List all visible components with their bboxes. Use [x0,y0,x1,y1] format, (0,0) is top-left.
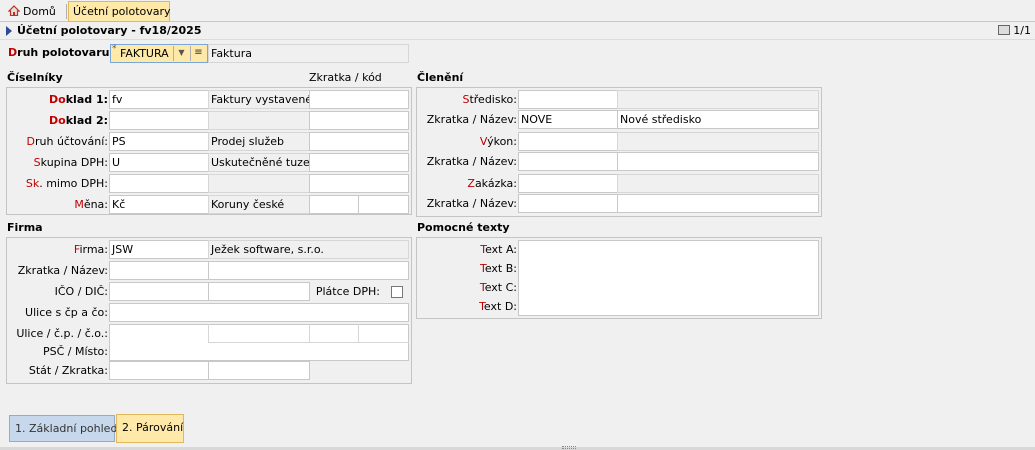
druh-uctovani-label: Druh účtování: [26,135,109,148]
druh-polotovaru-label: Druh polotovaru: [8,46,114,59]
tab-parovani[interactable]: 2. Párování [116,414,184,443]
druh-uctovani-code[interactable]: PS [109,132,209,151]
cleneni-heading: Členění [417,71,464,84]
dic-field[interactable] [208,282,310,301]
vykon-field[interactable] [518,132,618,151]
firma-nazev[interactable] [208,261,409,280]
page-title: Účetní polotovary - fv18/2025 [17,24,202,37]
doklad1-label: Doklad 1: [49,93,108,106]
home-icon [8,5,20,16]
mena-zkratka2[interactable] [358,195,409,214]
stredisko-ro [617,90,819,109]
doklad2-zkratka[interactable] [309,111,409,130]
sk-mimo-dph-zkratka[interactable] [309,174,409,193]
firma-zkratka[interactable] [109,261,209,280]
zakazka-zkratka[interactable] [518,194,618,213]
druh-polotovaru-desc: Faktura [208,44,409,63]
ulice-cp-label: Ulice s čp a čo: [25,306,108,319]
skupina-dph-code[interactable]: U [109,153,209,172]
stat-zkratka-label: Stát / Zkratka: [28,364,108,377]
firma-zkratka-label: Zkratka / Název: [17,264,108,277]
required-star: * [112,44,117,54]
zakazka-nazev[interactable] [617,194,819,213]
list-icon[interactable]: ≡ [190,46,206,61]
pager-count: 1/1 [1013,24,1031,37]
vykon-ro [617,132,819,151]
psc-misto-label: PSČ / Místo: [42,345,108,358]
doklad1-name: Faktury vystavené [208,90,310,109]
zakazka-field[interactable] [518,174,618,193]
mena-name: Koruny české [208,195,310,214]
platce-dph-checkbox[interactable] [391,286,403,298]
doklad2-code[interactable] [109,111,209,130]
skupina-dph-label: Skupina DPH: [33,156,108,169]
splitter-grip-icon[interactable] [562,446,576,449]
tab-home-label: Domů [23,5,56,18]
tab-separator [66,4,67,19]
vykon-nazev[interactable] [617,152,819,171]
tab-ucetni-polotovary[interactable]: Účetní polotovary [68,1,171,22]
divider [208,342,409,343]
ulice-label: Ulice / č.p. / č.o.: [16,327,108,340]
zkratka-kod-header: Zkratka / kód [309,71,382,84]
sk-mimo-dph-label: Sk. mimo DPH: [25,177,108,190]
firma-name: Ježek software, s.r.o. [208,240,409,259]
skupina-dph-name: Uskutečněné tuzen [208,153,310,172]
top-tab-strip: Domů Účetní polotovary [0,0,1035,22]
title-bar: Účetní polotovary - fv18/2025 1/1 [0,22,1035,40]
doklad1-zkratka[interactable] [309,90,409,109]
pomocne-texty-heading: Pomocné texty [417,221,510,234]
divider [309,324,310,343]
stredisko-field[interactable] [518,90,618,109]
druh-uctovani-zkratka[interactable] [309,132,409,151]
text-d-label: Text D: [479,300,517,313]
vykon-zkratka-label: Zkratka / Název: [426,155,517,168]
firma-code[interactable]: JSW [109,240,209,259]
stat-zkratka-field[interactable] [208,361,310,380]
skupina-dph-zkratka[interactable] [309,153,409,172]
vykon-zkratka[interactable] [518,152,618,171]
ciselniky-heading: Číselníky [7,71,63,84]
mena-label: Měna: [74,198,108,211]
text-c-label: Text C: [479,281,517,294]
divider [358,324,359,343]
firma-label: Firma: [73,243,108,256]
druh-polotovaru-combo[interactable]: * FAKTURA ▼ ≡ [110,44,208,63]
text-a-label: Text A: [480,243,517,256]
zakazka-ro [617,174,819,193]
ulice-cp-field[interactable] [109,303,409,322]
tab-zakladni-pohled[interactable]: 1. Základní pohled [9,415,117,442]
stredisko-nazev[interactable]: Nové středisko [617,110,819,129]
firma-heading: Firma [7,221,43,234]
mena-code[interactable]: Kč [109,195,209,214]
expand-triangle-icon[interactable] [6,26,12,36]
chevron-down-icon[interactable]: ▼ [173,46,189,61]
druh-polotovaru-value: FAKTURA [120,47,169,60]
ico-field[interactable] [109,282,209,301]
doklad1-code[interactable]: fv [109,90,209,109]
sk-mimo-dph-code[interactable] [109,174,209,193]
platce-dph-label: Plátce DPH: [315,285,380,298]
mena-zkratka1[interactable] [309,195,359,214]
divider [208,324,209,343]
stat-field[interactable] [109,361,209,380]
stredisko-zkratka[interactable]: NOVE [518,110,618,129]
zakazka-zkratka-label: Zkratka / Název: [426,197,517,210]
stredisko-zkratka-label: Zkratka / Název: [426,113,517,126]
pomocne-texty-area[interactable] [518,240,819,316]
stredisko-label: Středisko: [462,93,517,106]
doklad2-name [208,111,310,130]
druh-uctovani-name: Prodej služeb [208,132,310,151]
doklad2-label: Doklad 2: [49,114,108,127]
zakazka-label: Zakázka: [467,177,517,190]
vykon-label: Výkon: [479,135,517,148]
tab-home[interactable]: Domů [3,1,64,22]
records-icon [998,25,1011,35]
ico-dic-label: IČO / DIČ: [54,285,108,298]
sk-mimo-dph-name [208,174,310,193]
text-b-label: Text B: [479,262,517,275]
pager: 1/1 [998,23,1031,39]
